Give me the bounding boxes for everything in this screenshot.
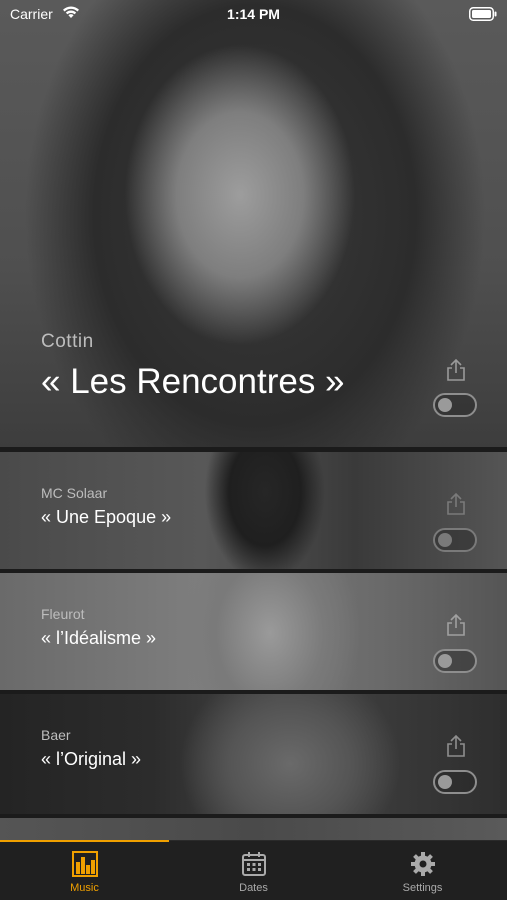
- share-icon[interactable]: [445, 613, 467, 637]
- song-title: « l’Original »: [41, 749, 142, 769]
- enable-toggle[interactable]: [433, 770, 477, 794]
- tab-label: Settings: [402, 882, 443, 894]
- enable-toggle[interactable]: [433, 528, 477, 552]
- tab-label: Music: [70, 882, 99, 894]
- bar-chart-icon: [72, 851, 98, 877]
- song-title: « Les Rencontres »: [41, 362, 345, 401]
- tab-music[interactable]: Music: [0, 841, 169, 900]
- artist-name: Cottin: [41, 331, 94, 352]
- song-card-fleurot[interactable]: Fleurot « l’Idéalisme »: [0, 573, 507, 690]
- share-icon[interactable]: [445, 734, 467, 758]
- artist-name: Baer: [41, 727, 71, 743]
- song-title: « l’Idéalisme »: [41, 628, 157, 648]
- share-icon[interactable]: [445, 358, 467, 382]
- tab-bar: Music Dates Settings: [0, 840, 507, 900]
- gear-icon: [410, 851, 436, 877]
- artist-name: MC Solaar: [41, 485, 108, 501]
- enable-toggle[interactable]: [433, 649, 477, 673]
- enable-toggle[interactable]: [433, 393, 477, 417]
- next-song-card-peek[interactable]: [0, 818, 507, 840]
- toggle-knob: [438, 775, 452, 789]
- toggle-knob: [438, 654, 452, 668]
- toggle-knob: [438, 533, 452, 547]
- share-icon[interactable]: [445, 492, 467, 516]
- toggle-knob: [438, 398, 452, 412]
- song-card-cottin[interactable]: Cottin « Les Rencontres »: [0, 0, 507, 447]
- battery-icon: [469, 7, 497, 24]
- calendar-icon: [241, 851, 267, 877]
- song-card-baer[interactable]: Baer « l’Original »: [0, 694, 507, 814]
- tab-label: Dates: [239, 882, 268, 894]
- tab-dates[interactable]: Dates: [169, 841, 338, 900]
- song-title: « Une Epoque »: [41, 507, 172, 527]
- status-bar: Carrier 1:14 PM: [0, 0, 507, 30]
- artist-name: Fleurot: [41, 606, 85, 622]
- status-time: 1:14 PM: [227, 6, 280, 22]
- song-card-mc-solaar[interactable]: MC Solaar « Une Epoque »: [0, 452, 507, 569]
- tab-settings[interactable]: Settings: [338, 841, 507, 900]
